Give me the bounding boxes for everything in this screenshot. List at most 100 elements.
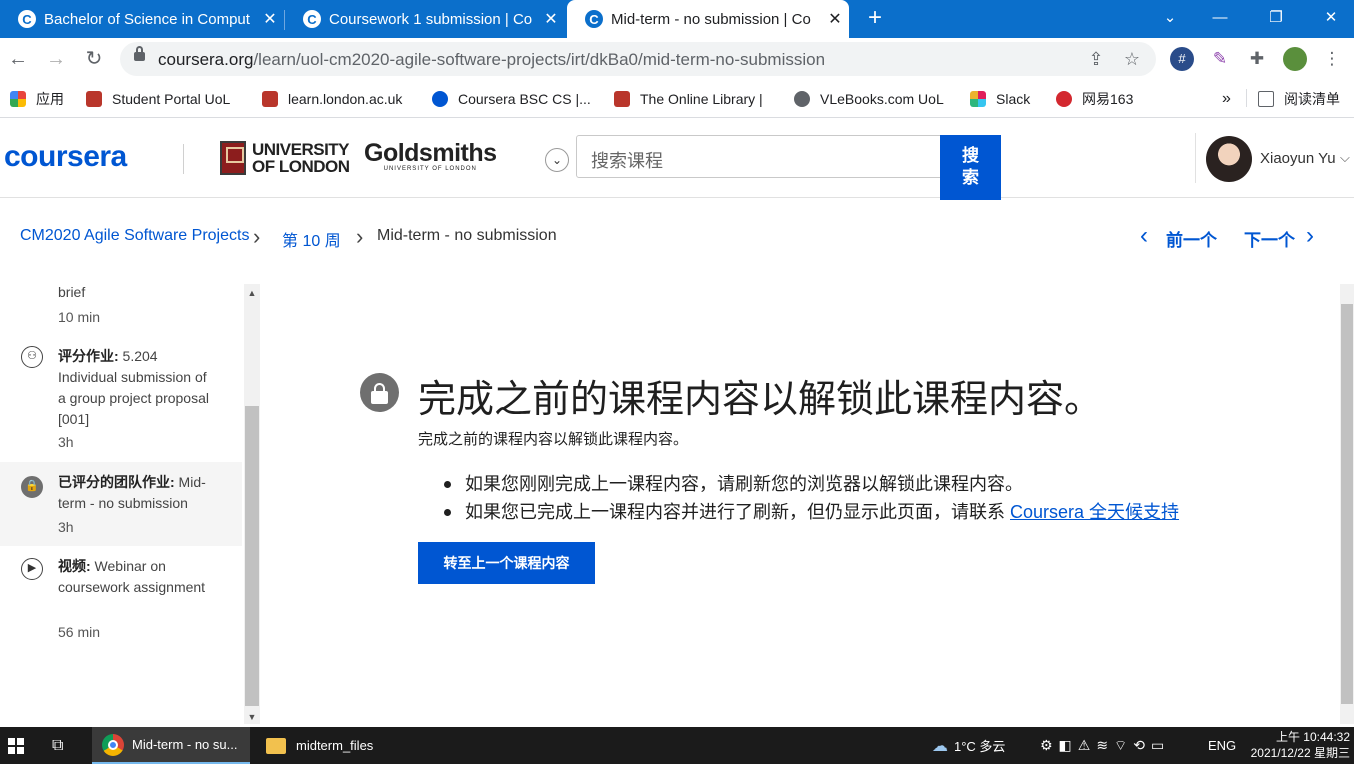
search-input[interactable]: 搜索课程 (576, 135, 942, 178)
goldsmiths-wordmark: Goldsmiths (364, 139, 497, 167)
search-button[interactable]: 搜 索 (940, 135, 1001, 200)
sidebar-item-duration: 56 min (58, 624, 101, 640)
bookmark-apps[interactable]: 应用 (10, 89, 64, 109)
bookmark-online-library[interactable]: The Online Library | (614, 89, 763, 109)
bookmark-learn-london[interactable]: learn.london.ac.uk (262, 89, 402, 109)
taskbar-folder-app[interactable]: midterm_files (256, 727, 406, 764)
input-language[interactable]: ENG (1208, 727, 1236, 764)
reload-button[interactable]: ↻ (81, 46, 107, 72)
list-item: 如果您刚刚完成上一课程内容，请刷新您的浏览器以解锁此课程内容。 (444, 470, 1179, 498)
close-window-button[interactable]: ✕ (1311, 0, 1351, 34)
bookmark-vlebooks[interactable]: VLeBooks.com UoL (794, 89, 944, 109)
list-item-text: 如果您已完成上一课程内容并进行了刷新，但仍显示此页面，请联系 (465, 502, 1010, 522)
lock-icon (360, 373, 399, 412)
forward-button[interactable]: → (43, 46, 69, 72)
avatar[interactable] (1206, 136, 1252, 182)
bookmark-slack[interactable]: Slack (970, 89, 1030, 109)
minimize-button[interactable]: — (1200, 0, 1240, 34)
bookmarks-bar: 应用 Student Portal UoL learn.london.ac.uk… (0, 80, 1354, 118)
course-item-sidebar: brief 10 min ⚇ 评分作业: 5.204 Individual su… (0, 282, 242, 724)
browser-tab-strip: C Bachelor of Science in Comput ✕ C Cour… (0, 0, 1354, 38)
address-bar[interactable]: coursera.org/learn/uol-cm2020-agile-soft… (120, 42, 1156, 76)
main-scrollbar[interactable] (1340, 284, 1354, 724)
bookmark-coursera[interactable]: Coursera BSC CS |... (432, 89, 591, 109)
sidebar-item-webinar[interactable]: ▶ 视频: Webinar on coursework assignment 5… (0, 546, 242, 646)
windows-start-icon[interactable] (8, 738, 24, 754)
user-name[interactable]: Xiaoyun Yu (1260, 150, 1336, 167)
search-button-label-2: 索 (962, 168, 979, 187)
chevron-down-icon[interactable]: ⌄ (545, 148, 569, 172)
url-text[interactable]: coursera.org/learn/uol-cm2020-agile-soft… (158, 50, 825, 70)
sidebar-item-type: 视频: (58, 558, 91, 574)
uol-crest-icon (262, 91, 278, 107)
lock-icon[interactable] (134, 46, 145, 61)
task-view-icon[interactable]: ⧉ (52, 727, 63, 764)
taskbar-chrome-app[interactable]: Mid-term - no su... (92, 727, 250, 764)
back-button[interactable]: ← (5, 46, 31, 72)
weather-widget[interactable]: ☁ 1°C 多云 (932, 727, 1005, 764)
scroll-down-arrow-icon[interactable]: ▼ (244, 712, 260, 722)
bookmark-student-portal[interactable]: Student Portal UoL (86, 89, 230, 109)
extension-pen-icon[interactable]: ✎ (1208, 47, 1232, 71)
bookmark-label: 应用 (36, 91, 64, 107)
chevron-down-icon[interactable]: ⌵ (1340, 150, 1350, 166)
uol-line2: OF LONDON (252, 157, 350, 176)
bookmark-label: Slack (996, 91, 1031, 107)
next-item-link[interactable]: 下一个 (1244, 226, 1295, 251)
breadcrumb-course-link[interactable]: CM2020 Agile Software Projects (20, 227, 249, 245)
sidebar-item-graded-assignment[interactable]: ⚇ 评分作业: 5.204 Individual submission of a… (0, 338, 242, 462)
menu-kebab-icon[interactable]: ⋮ (1320, 47, 1344, 71)
chevron-right-icon: › (253, 224, 261, 249)
browser-tab-1[interactable]: C Bachelor of Science in Comput ✕ (0, 0, 284, 38)
system-tray-icons[interactable]: ⚙◧⚠≋⌔⟲▭ (1040, 727, 1170, 764)
scroll-up-arrow-icon[interactable]: ▲ (244, 288, 260, 298)
goldsmiths-logo[interactable]: Goldsmiths UNIVERSITY OF LONDON (364, 140, 497, 172)
tab-title: Mid-term - no submission | Co (611, 10, 811, 28)
scrollbar-thumb[interactable] (245, 406, 259, 706)
profile-icon[interactable] (1283, 47, 1307, 71)
extension-hash-icon[interactable]: # (1170, 47, 1194, 71)
coursera-logo[interactable]: coursera (4, 140, 127, 174)
sidebar-item-type: 已评分的团队作业: (58, 474, 175, 490)
sidebar-item-title: 视频: Webinar on coursework assignment (58, 556, 218, 598)
sidebar-item-midterm[interactable]: 🔒 已评分的团队作业: Mid-term - no submission 3h (0, 462, 242, 546)
chevron-left-icon[interactable]: ‹ (1140, 222, 1148, 250)
taskbar-app-label: Mid-term - no su... (132, 737, 238, 752)
bookmark-label: VLeBooks.com UoL (820, 91, 944, 107)
sidebar-item-brief[interactable]: brief 10 min (0, 282, 242, 336)
netease-icon (1056, 91, 1072, 107)
chevron-right-icon[interactable]: › (1306, 222, 1314, 250)
maximize-button[interactable]: ❐ (1256, 0, 1296, 34)
new-tab-button[interactable]: + (862, 6, 888, 32)
sidebar-item-type: 评分作业: (58, 348, 119, 364)
university-of-london-logo[interactable]: UNIVERSITY OF LONDON (220, 141, 350, 175)
coursera-favicon: C (585, 10, 603, 28)
close-tab-icon[interactable]: ✕ (821, 9, 849, 29)
browser-tab-3[interactable]: C Mid-term - no submission | Co ✕ (567, 0, 849, 38)
scrollbar-thumb[interactable] (1341, 304, 1353, 704)
close-tab-icon[interactable]: ✕ (537, 9, 565, 29)
bookmarks-overflow-button[interactable]: » (1222, 89, 1231, 109)
bookmark-163[interactable]: 网易163 (1056, 89, 1133, 109)
reading-list-button[interactable]: 阅读清单 (1258, 89, 1340, 109)
tab-search-icon[interactable]: ⌄ (1150, 0, 1190, 34)
close-tab-icon[interactable]: ✕ (256, 9, 284, 29)
bookmark-star-icon[interactable]: ☆ (1120, 47, 1144, 71)
share-icon[interactable]: ⇪ (1084, 47, 1108, 71)
taskbar-clock[interactable]: 上午 10:44:32 2021/12/22 星期三 (1238, 729, 1350, 761)
previous-item-link[interactable]: 前一个 (1166, 226, 1217, 251)
sidebar-scrollbar[interactable]: ▲ ▼ (244, 284, 260, 724)
support-link[interactable]: Coursera 全天候支持 (1010, 502, 1179, 522)
uol-wordmark: UNIVERSITY OF LONDON (252, 141, 350, 175)
go-to-previous-item-button[interactable]: 转至上一个课程内容 (418, 542, 595, 584)
address-toolbar: ← → ↻ coursera.org/learn/uol-cm2020-agil… (0, 38, 1354, 80)
tab-title: Bachelor of Science in Comput (44, 10, 250, 28)
breadcrumb-week-link[interactable]: 第 10 周 (282, 227, 341, 251)
header-divider (1195, 133, 1196, 183)
clock-time: 上午 10:44:32 (1275, 730, 1350, 744)
cloud-icon: ☁ (932, 737, 948, 755)
uol-crest-icon (614, 91, 630, 107)
bookmark-label: Student Portal UoL (112, 91, 231, 107)
extensions-puzzle-icon[interactable]: ✚ (1245, 47, 1269, 71)
browser-tab-2[interactable]: C Coursework 1 submission | Co ✕ (285, 0, 565, 38)
